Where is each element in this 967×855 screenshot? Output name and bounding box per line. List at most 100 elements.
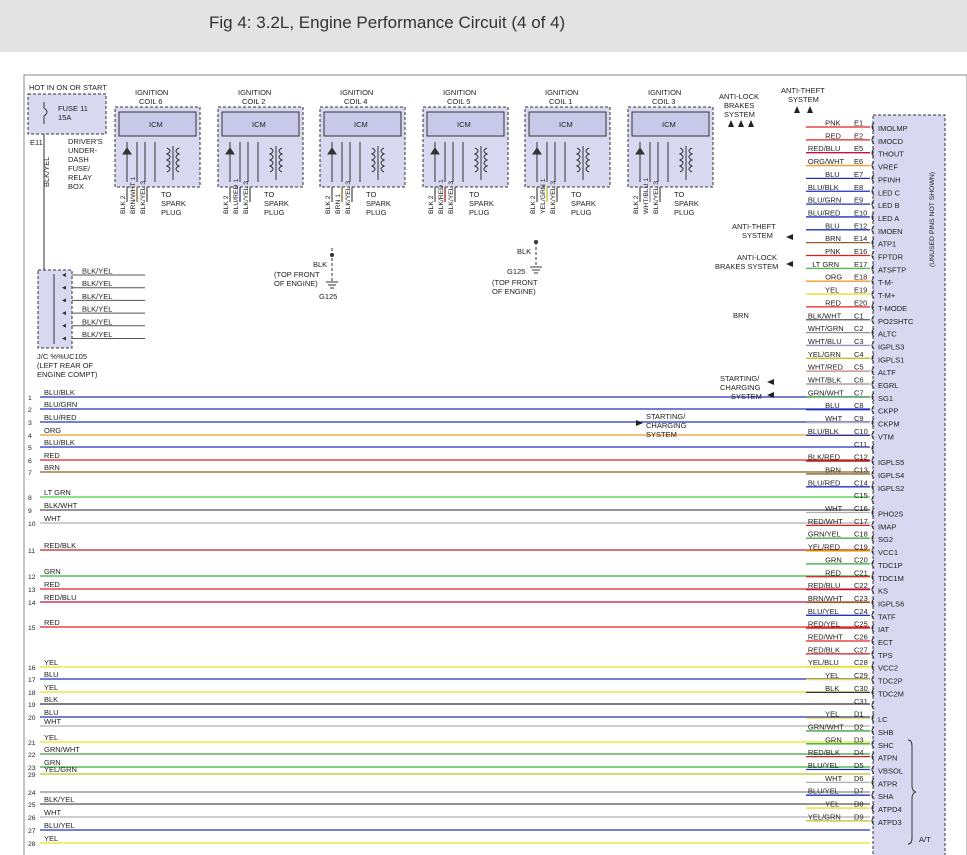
pcm-pin-name: TDC1M bbox=[878, 574, 904, 583]
row-number: 19 bbox=[28, 702, 36, 709]
row-number: 17 bbox=[28, 677, 36, 684]
pcm-pin-name: VBSOL bbox=[878, 767, 903, 776]
pcm-pin-name: T-MODE bbox=[878, 304, 907, 313]
svg-text:BOX: BOX bbox=[68, 182, 84, 191]
pcm-pin-wire: RED/BLK bbox=[808, 748, 840, 757]
row-wire-label: BLK/YEL bbox=[44, 795, 74, 804]
icm-label: ICM bbox=[354, 120, 368, 129]
connector-row: 18 YEL bbox=[28, 683, 870, 697]
pcm-pin-wire: PNK bbox=[825, 247, 840, 256]
pcm-pin-name: IGPLS5 bbox=[878, 458, 904, 467]
row-wire-label: RED bbox=[44, 580, 60, 589]
pcm-pin-name: VCC1 bbox=[878, 548, 898, 557]
pcm-pin-wire: ORG bbox=[825, 273, 842, 282]
pcm-pin-id: C5 bbox=[854, 363, 864, 372]
spark-plug-label: PLUG bbox=[674, 208, 695, 217]
jc-wire-label: BLK/YEL bbox=[82, 292, 112, 301]
pcm-pin-wire: BRN bbox=[825, 234, 841, 243]
pcm-pin-name: SG2 bbox=[878, 535, 893, 544]
pcm-pin-id: E9 bbox=[854, 196, 863, 205]
connector-row: 16 YEL bbox=[28, 658, 870, 672]
pcm-pin-wire: BRN bbox=[825, 465, 841, 474]
antitheft-system-mid: ANTI-THEFT SYSTEM bbox=[732, 222, 793, 240]
jc-wire-label: BLK/YEL bbox=[82, 305, 112, 314]
pcm-pin-name: PO2SHTC bbox=[878, 317, 914, 326]
ground-g125-right: BLK G125 (TOP FRONT OF ENGINE) bbox=[492, 240, 542, 296]
svg-text:SYSTEM: SYSTEM bbox=[742, 231, 773, 240]
row-number: 29 bbox=[28, 772, 36, 779]
pcm-pin-id: C23 bbox=[854, 594, 868, 603]
pcm-pin-wire: BLU/BLK bbox=[808, 427, 839, 436]
pcm-pin-name: SHA bbox=[878, 792, 893, 801]
pcm-pin-name: T-M+ bbox=[878, 291, 896, 300]
pcm-pin-name: VCC2 bbox=[878, 664, 898, 673]
row-wire-label: WHT bbox=[44, 808, 61, 817]
pcm-pin-name: IAT bbox=[878, 625, 890, 634]
connector-row: 4 ORG bbox=[28, 426, 870, 440]
connector-row: WHT bbox=[40, 717, 870, 727]
connector-row: 8 LT GRN bbox=[28, 488, 870, 502]
spark-plug-label: TO bbox=[264, 190, 274, 199]
pcm-pin-id: E2 bbox=[854, 131, 863, 140]
connector-row: 6 RED bbox=[28, 451, 870, 465]
coil-title: IGNITION bbox=[545, 88, 578, 97]
coil-wire-label: BLK/YEL 3 bbox=[550, 181, 557, 214]
svg-text:SYSTEM: SYSTEM bbox=[724, 110, 755, 119]
pcm-pin-id: C28 bbox=[854, 658, 868, 667]
row-wire-label: GRN bbox=[44, 567, 61, 576]
pcm-pin-wire: BLU/BLK bbox=[808, 183, 839, 192]
row-wire-label: BLK bbox=[44, 695, 58, 704]
row-number: 26 bbox=[28, 815, 36, 822]
coil-wire-label: BRN 1 bbox=[335, 194, 342, 214]
pcm-pin-wire: YEL/GRN bbox=[808, 812, 841, 821]
pcm-pin-name: LC bbox=[878, 715, 888, 724]
svg-text:CHARGING: CHARGING bbox=[720, 383, 761, 392]
pcm-pin-wire: ORG/WHT bbox=[808, 157, 845, 166]
pcm-pin-name: LED B bbox=[878, 201, 900, 210]
pcm-pin-wire: BLU/YEL bbox=[808, 607, 839, 616]
pcm-pin-name: IGPLS2 bbox=[878, 484, 904, 493]
row-number: 24 bbox=[28, 790, 36, 797]
pcm-pin-wire: BLU bbox=[825, 170, 840, 179]
pcm-pin-name: TDC1P bbox=[878, 561, 903, 570]
antilock-brakes-system-mid: ANTI-LOCK BRAKES SYSTEM bbox=[715, 253, 793, 271]
pcm-pin-id: C17 bbox=[854, 517, 868, 526]
row-number: 10 bbox=[28, 521, 36, 528]
pcm-pin-name: LED C bbox=[878, 188, 901, 197]
ground-g125-left: BLK (TOP FRONT OF ENGINE) G125 bbox=[274, 248, 338, 301]
pcm-pin-id: C10 bbox=[854, 427, 868, 436]
spark-plug-label: PLUG bbox=[571, 208, 592, 217]
row-number: 20 bbox=[28, 715, 36, 722]
svg-text:BRAKES: BRAKES bbox=[724, 101, 754, 110]
coil-wire-label: BLK/RED 1 bbox=[438, 179, 445, 214]
pcm-pin-id: C27 bbox=[854, 645, 868, 654]
pcm-pin-wire: BLU bbox=[825, 221, 840, 230]
spark-plug-label: TO bbox=[161, 190, 171, 199]
pcm-pin-id: E17 bbox=[854, 260, 867, 269]
row-wire-label: RED bbox=[44, 451, 60, 460]
connector-row: 2 BLU/GRN bbox=[28, 400, 870, 414]
row-wire-label: YEL/GRN bbox=[44, 765, 77, 774]
pcm-pin-name: EGRL bbox=[878, 381, 898, 390]
svg-text:BLK: BLK bbox=[517, 247, 531, 256]
figure-title: Fig 4: 3.2L, Engine Performance Circuit … bbox=[209, 13, 566, 32]
spark-plug-label: SPARK bbox=[161, 199, 186, 208]
pcm-pin-wire: YEL/BLU bbox=[808, 658, 839, 667]
coil-title: IGNITION bbox=[340, 88, 373, 97]
connector-row: 19 BLK bbox=[28, 695, 870, 709]
ignition-coil-3: IGNITIONCOIL 4 ICM BLK 2 BRN 1 BLK/YEL 3 TOSP… bbox=[319, 88, 406, 217]
pcm-pin-name: T-M- bbox=[878, 278, 894, 287]
row-wire-label: GRN/WHT bbox=[44, 745, 80, 754]
pcm-pin-wire: BLU bbox=[825, 401, 840, 410]
pcm-pin-id: E12 bbox=[854, 221, 867, 230]
row-wire-label: BLU/YEL bbox=[44, 821, 75, 830]
pcm-pin-name: IMAP bbox=[878, 522, 896, 531]
pcm-pin-wire: WHT/BLU bbox=[808, 337, 842, 346]
pcm-pin-id: D5 bbox=[854, 761, 864, 770]
antitheft-system-top: ANTI-THEFT SYSTEM bbox=[781, 86, 825, 113]
pcm-pin-name: VREF bbox=[878, 163, 898, 172]
pcm-pin-id: D4 bbox=[854, 748, 864, 757]
pcm-pin-id: C9 bbox=[854, 414, 864, 423]
svg-text:OF ENGINE): OF ENGINE) bbox=[274, 279, 318, 288]
pcm-pin-name: KS bbox=[878, 587, 888, 596]
